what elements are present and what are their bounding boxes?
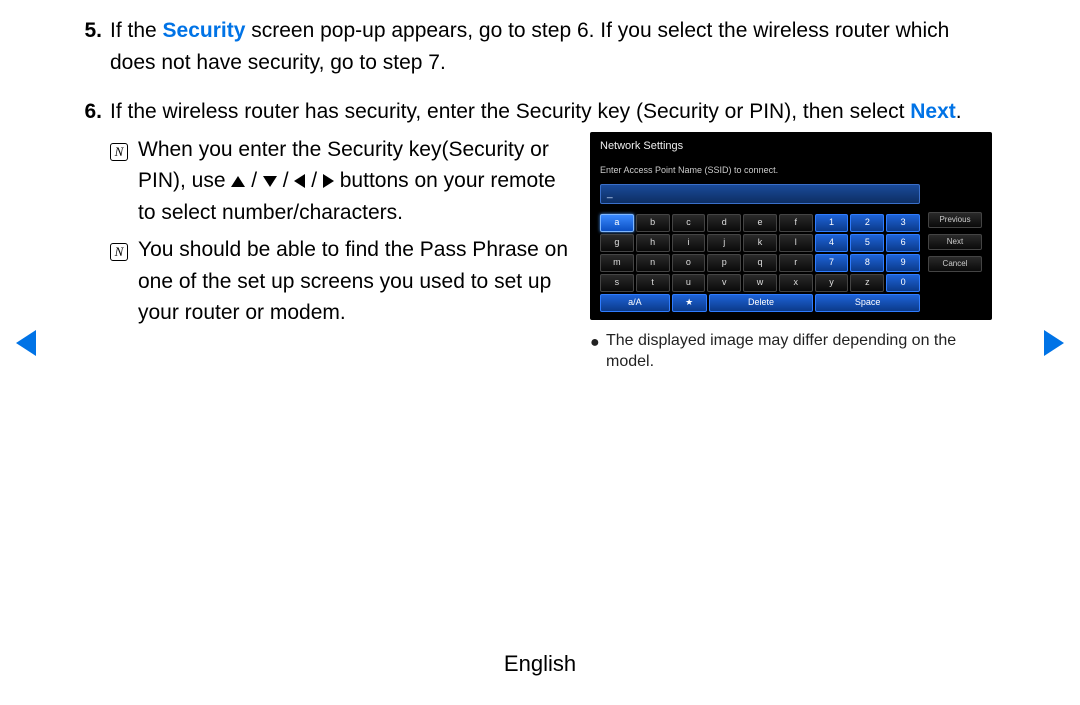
key-p: p (707, 254, 741, 272)
key-1: 1 (815, 214, 849, 232)
key-o: o (672, 254, 706, 272)
note-2: N You should be able to find the Pass Ph… (110, 234, 570, 329)
step-5: 5. If the Security screen pop-up appears… (80, 15, 1000, 78)
step-number: 5. (80, 15, 110, 78)
step-6: 6. If the wireless router has security, … (80, 96, 1000, 373)
key-e: e (743, 214, 777, 232)
key-9: 9 (886, 254, 920, 272)
key-star: ★ (672, 294, 707, 312)
next-button: Next (928, 234, 982, 250)
bullet-icon: ● (590, 330, 606, 373)
step-text: If the wireless router has security, ent… (110, 96, 1000, 373)
arrow-left-icon (294, 174, 305, 188)
key-x: x (779, 274, 813, 292)
keyboard-grid: abcdef123 ghijkl456 mnopqr789 stuvwxyz0 (600, 214, 920, 292)
key-w: w (743, 274, 777, 292)
keyboard-bottom-row: a/A ★ Delete Space (600, 294, 920, 312)
key-2: 2 (850, 214, 884, 232)
key-space: Space (815, 294, 920, 312)
previous-button: Previous (928, 212, 982, 228)
tv-prompt: Enter Access Point Name (SSID) to connec… (600, 164, 920, 178)
key-v: v (707, 274, 741, 292)
arrow-down-icon (263, 176, 277, 187)
key-5: 5 (850, 234, 884, 252)
cancel-button: Cancel (928, 256, 982, 272)
tv-screenshot: Network Settings Enter Access Point Name… (590, 132, 992, 320)
note-1: N When you enter the Security key(Securi… (110, 134, 570, 229)
step-number: 6. (80, 96, 110, 373)
key-s: s (600, 274, 634, 292)
key-n: n (636, 254, 670, 272)
key-3: 3 (886, 214, 920, 232)
key-q: q (743, 254, 777, 272)
page-language: English (0, 651, 1080, 677)
key-i: i (672, 234, 706, 252)
key-g: g (600, 234, 634, 252)
note-icon: N (110, 234, 138, 329)
key-6: 6 (886, 234, 920, 252)
key-t: t (636, 274, 670, 292)
image-caption: ● The displayed image may differ dependi… (590, 330, 1000, 373)
key-delete: Delete (709, 294, 814, 312)
highlight-security: Security (163, 19, 246, 42)
key-4: 4 (815, 234, 849, 252)
key-r: r (779, 254, 813, 272)
key-8: 8 (850, 254, 884, 272)
tv-side-buttons: Previous Next Cancel (928, 164, 982, 312)
arrow-up-icon (231, 176, 245, 187)
highlight-next: Next (910, 100, 956, 123)
note-icon: N (110, 134, 138, 229)
key-h: h (636, 234, 670, 252)
key-0: 0 (886, 274, 920, 292)
key-m: m (600, 254, 634, 272)
key-b: b (636, 214, 670, 232)
key-f: f (779, 214, 813, 232)
page-prev-icon[interactable] (16, 330, 36, 356)
arrow-right-icon (323, 174, 334, 188)
key-c: c (672, 214, 706, 232)
key-case: a/A (600, 294, 670, 312)
key-y: y (815, 274, 849, 292)
step-text: If the Security screen pop-up appears, g… (110, 15, 1000, 78)
key-z: z (850, 274, 884, 292)
key-d: d (707, 214, 741, 232)
key-u: u (672, 274, 706, 292)
ssid-input: _ (600, 184, 920, 204)
page-next-icon[interactable] (1044, 330, 1064, 356)
key-j: j (707, 234, 741, 252)
tv-title: Network Settings (590, 132, 992, 165)
key-k: k (743, 234, 777, 252)
key-l: l (779, 234, 813, 252)
key-a: a (600, 214, 634, 232)
key-7: 7 (815, 254, 849, 272)
